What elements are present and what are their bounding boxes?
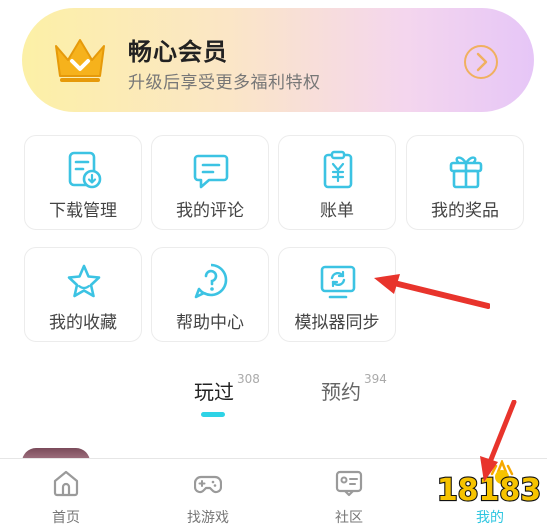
tile-label: 我的评论	[176, 201, 244, 221]
vip-membership-banner[interactable]: 畅心会员 升级后享受更多福利特权	[22, 8, 534, 112]
bill-icon	[323, 150, 353, 189]
vip-subtitle: 升级后享受更多福利特权	[128, 73, 321, 93]
help-center-tile[interactable]: 帮助中心	[151, 247, 269, 342]
emulator-sync-icon	[320, 265, 356, 299]
nav-label: 找游戏	[187, 510, 229, 526]
nav-label: 我的	[476, 510, 504, 526]
played-count: 308	[237, 372, 260, 386]
nav-label: 社区	[335, 510, 363, 526]
tile-label: 我的奖品	[431, 201, 499, 221]
active-tab-indicator	[201, 412, 225, 417]
download-manager-tile[interactable]: 下载管理	[24, 135, 142, 230]
tab-played[interactable]: 玩过	[194, 376, 234, 405]
tile-label: 帮助中心	[176, 313, 244, 333]
vip-title: 畅心会员	[128, 38, 228, 66]
star-icon	[67, 264, 101, 298]
bill-tile[interactable]: 账单	[278, 135, 396, 230]
gamepad-icon	[194, 475, 222, 494]
community-icon	[335, 470, 363, 497]
gift-icon	[449, 156, 483, 189]
my-favorites-tile[interactable]: 我的收藏	[24, 247, 142, 342]
comment-icon	[193, 154, 229, 189]
nav-find-games[interactable]: 找游戏	[168, 459, 248, 527]
nav-home[interactable]: 首页	[26, 459, 106, 527]
help-icon	[194, 263, 228, 299]
chevron-right-circle-icon[interactable]	[462, 43, 500, 81]
tab-reserved[interactable]: 预约	[321, 376, 361, 405]
my-prizes-tile[interactable]: 我的奖品	[406, 135, 524, 230]
profile-page: 畅心会员 升级后享受更多福利特权 下载管理 我的评论 账单 我的奖品 我的收藏 …	[0, 0, 547, 527]
reserved-count: 394	[364, 372, 387, 386]
annotation-arrow	[480, 400, 517, 482]
my-comments-tile[interactable]: 我的评论	[151, 135, 269, 230]
tile-label: 账单	[320, 201, 354, 221]
nav-community[interactable]: 社区	[309, 459, 389, 527]
home-icon	[53, 470, 79, 497]
tile-label: 我的收藏	[49, 313, 117, 333]
download-doc-icon	[68, 151, 102, 189]
tile-label: 下载管理	[49, 201, 117, 221]
crown-icon	[55, 39, 105, 82]
nav-label: 首页	[52, 510, 80, 526]
annotation-arrow	[374, 274, 490, 309]
